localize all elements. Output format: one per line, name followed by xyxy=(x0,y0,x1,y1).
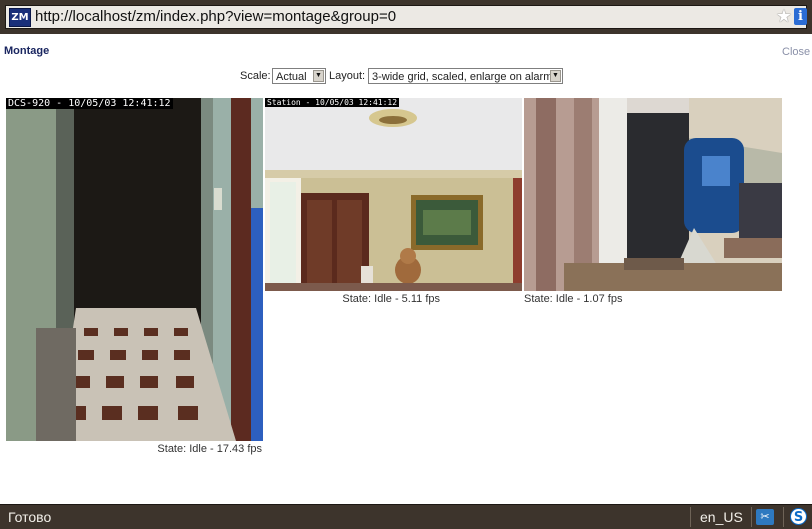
language-indicator[interactable]: en_US xyxy=(700,509,743,525)
monitor-feed-2[interactable]: Station - 10/05/03 12:41:12 xyxy=(265,98,522,291)
layout-label: Layout: xyxy=(329,70,366,82)
monitor-state-1: State: Idle - 17.43 fps xyxy=(157,443,262,455)
status-divider xyxy=(751,507,752,527)
scale-select-value: Actual xyxy=(276,71,307,83)
monitor-state-3: State: Idle - 1.07 fps xyxy=(524,293,623,305)
monitor-feed-3[interactable] xyxy=(524,98,782,291)
scissors-icon[interactable]: ✂ xyxy=(756,509,774,525)
browser-title-bar: ZM http://localhost/zm/index.php?view=mo… xyxy=(0,0,812,34)
monitor-feed-1[interactable]: DCS-920 - 10/05/03 12:41:12 xyxy=(6,98,263,441)
camera-image-hallway xyxy=(6,98,263,441)
camera-image-bedroom xyxy=(524,98,782,291)
layout-select-value: 3-wide grid, scaled, enlarge on alarm xyxy=(372,71,553,83)
layout-select[interactable]: 3-wide grid, scaled, enlarge on alarm ▼ xyxy=(368,68,563,84)
url-text[interactable]: http://localhost/zm/index.php?view=monta… xyxy=(35,8,396,26)
status-divider xyxy=(783,507,784,527)
browser-status-bar: Готово en_US ✂ S xyxy=(0,504,812,529)
skype-icon[interactable]: S xyxy=(790,508,807,525)
scale-label: Scale: xyxy=(240,70,271,82)
status-divider xyxy=(690,507,691,527)
chevron-down-icon: ▼ xyxy=(313,70,324,82)
monitor-state-2: State: Idle - 5.11 fps xyxy=(342,293,440,305)
status-text: Готово xyxy=(8,509,52,525)
monitor-osd-2: Station - 10/05/03 12:41:12 xyxy=(265,98,400,107)
montage-controls: Scale: Actual ▼ Layout: 3-wide grid, sca… xyxy=(0,68,812,86)
address-bar[interactable]: ZM http://localhost/zm/index.php?view=mo… xyxy=(5,5,807,29)
page-title: Montage xyxy=(4,45,50,57)
camera-image-living-room xyxy=(265,98,522,291)
zm-app-icon: ZM xyxy=(9,8,31,27)
close-link[interactable]: Close xyxy=(782,46,810,58)
chevron-down-icon: ▼ xyxy=(550,70,561,82)
info-icon[interactable]: i xyxy=(794,8,807,25)
scale-select[interactable]: Actual ▼ xyxy=(272,68,326,84)
monitor-osd-1: DCS-920 - 10/05/03 12:41:12 xyxy=(6,98,173,109)
star-icon[interactable]: ★ xyxy=(774,6,794,28)
